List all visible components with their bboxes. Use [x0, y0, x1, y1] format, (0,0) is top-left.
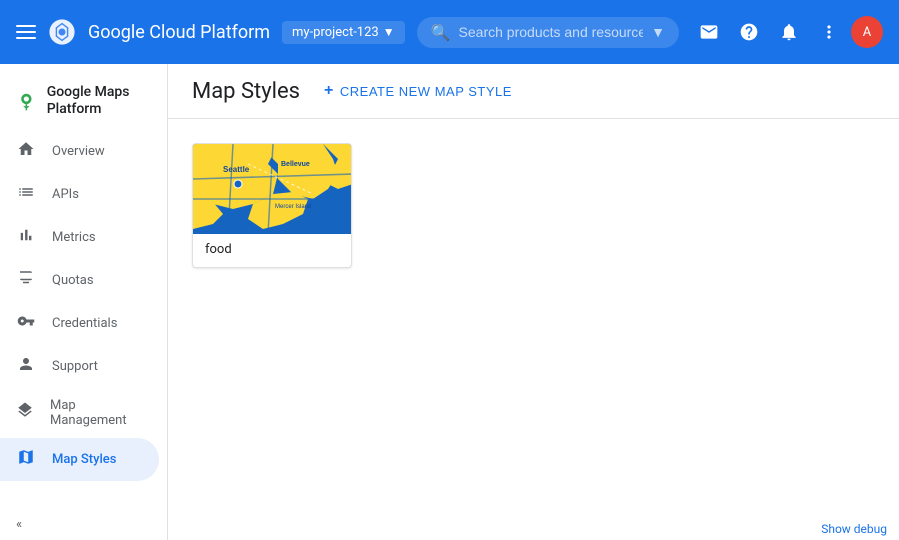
map-preview: Seattle Bellevue Mercer Island	[193, 144, 352, 234]
svg-text:Mercer Island: Mercer Island	[275, 204, 311, 210]
key-icon	[16, 312, 36, 335]
more-options-icon[interactable]	[811, 14, 847, 50]
map-preview-image: Seattle Bellevue Mercer Island	[193, 144, 352, 234]
content-header: Map Styles + CREATE NEW MAP STYLE	[168, 64, 899, 119]
sidebar-item-quotas[interactable]: Quotas	[0, 259, 159, 302]
sidebar-item-credentials-label: Credentials	[52, 316, 117, 331]
map-style-card[interactable]: Seattle Bellevue Mercer Island food	[192, 143, 352, 268]
app-title: Google Cloud Platform	[88, 22, 270, 43]
chevron-down-icon: ▼	[383, 25, 395, 39]
search-dropdown-icon[interactable]: ▼	[651, 24, 665, 41]
svg-text:Bellevue: Bellevue	[281, 161, 310, 168]
sidebar-collapse[interactable]: «	[0, 509, 167, 540]
sidebar-item-support[interactable]: Support	[0, 345, 159, 388]
person-icon	[16, 355, 36, 378]
notifications-icon[interactable]	[771, 14, 807, 50]
map-icon	[16, 448, 36, 471]
sidebar-item-support-label: Support	[52, 359, 98, 374]
search-bar[interactable]: 🔍 ▼	[417, 17, 679, 48]
sidebar-header[interactable]: Google Maps Platform	[0, 72, 167, 130]
maps-logo-icon	[16, 87, 37, 115]
sidebar-item-overview-label: Overview	[52, 144, 105, 159]
sidebar-item-quotas-label: Quotas	[52, 273, 94, 288]
plus-icon: +	[324, 82, 334, 100]
sidebar-item-metrics-label: Metrics	[52, 230, 96, 245]
top-nav: Google Cloud Platform my-project-123 ▼ 🔍…	[0, 0, 899, 64]
content-body: Seattle Bellevue Mercer Island food	[168, 119, 899, 540]
page-title: Map Styles	[192, 79, 300, 104]
svg-text:Seattle: Seattle	[223, 165, 250, 174]
sidebar-title: Google Maps Platform	[47, 84, 151, 118]
sidebar-item-map-management[interactable]: Map Management	[0, 388, 159, 438]
sidebar-item-metrics[interactable]: Metrics	[0, 216, 159, 259]
create-new-map-style-button[interactable]: + CREATE NEW MAP STYLE	[316, 76, 520, 106]
hamburger-menu[interactable]	[16, 25, 36, 39]
sidebar-item-map-management-label: Map Management	[50, 398, 143, 428]
search-icon: 🔍	[431, 23, 451, 42]
content-area: Map Styles + CREATE NEW MAP STYLE	[168, 64, 899, 540]
sidebar-item-credentials[interactable]: Credentials	[0, 302, 159, 345]
sidebar-item-apis-label: APIs	[52, 187, 79, 202]
list-icon	[16, 183, 36, 206]
layers-icon	[16, 401, 34, 424]
sidebar-item-overview[interactable]: Overview	[0, 130, 159, 173]
sidebar-item-apis[interactable]: APIs	[0, 173, 159, 216]
email-icon[interactable]	[691, 14, 727, 50]
help-icon[interactable]	[731, 14, 767, 50]
nav-icons: A	[691, 14, 883, 50]
sidebar-item-map-styles-label: Map Styles	[52, 452, 116, 467]
sidebar-item-map-styles[interactable]: Map Styles	[0, 438, 159, 481]
project-selector[interactable]: my-project-123 ▼	[282, 21, 405, 44]
home-icon	[16, 140, 36, 163]
sidebar-nav: Overview APIs Metrics Quot	[0, 130, 167, 509]
sidebar: Google Maps Platform Overview APIs	[0, 64, 168, 540]
show-debug-link[interactable]: Show debug	[809, 518, 899, 540]
avatar[interactable]: A	[851, 16, 883, 48]
main-layout: Google Maps Platform Overview APIs	[0, 64, 899, 540]
search-input[interactable]	[459, 24, 644, 40]
map-style-name: food	[193, 234, 351, 267]
gcp-logo-icon	[48, 18, 76, 46]
monitor-icon	[16, 269, 36, 292]
bar-chart-icon	[16, 226, 36, 249]
